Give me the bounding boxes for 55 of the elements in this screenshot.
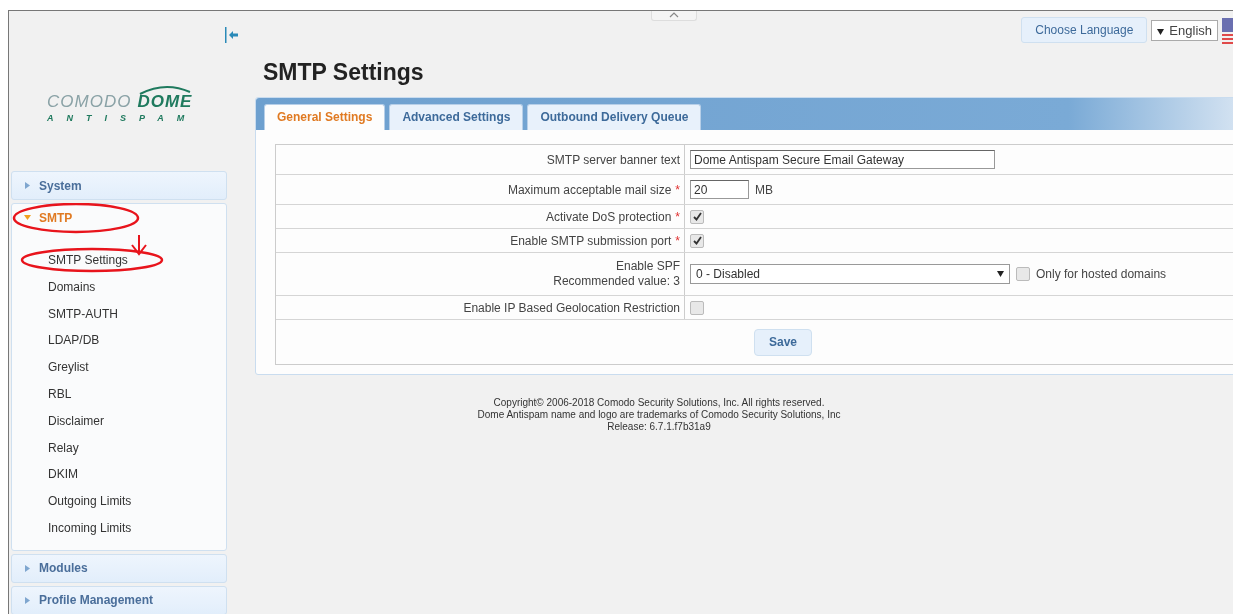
- logo-text: DOME: [137, 92, 193, 112]
- nav-item[interactable]: DKIM: [48, 461, 78, 489]
- nav-item[interactable]: SMTP-AUTH: [48, 300, 118, 328]
- nav-section-header[interactable]: System: [12, 172, 226, 199]
- required-mark: *: [675, 209, 680, 224]
- collapsed-arrow-icon: [24, 182, 31, 189]
- page-title: SMTP Settings: [263, 59, 425, 87]
- nav-item[interactable]: Disclaimer: [48, 407, 104, 435]
- collapsed-arrow-icon: [24, 596, 31, 604]
- nav-section-header[interactable]: Profile Management: [12, 586, 226, 614]
- required-mark: *: [675, 182, 680, 197]
- save-button[interactable]: Save: [754, 328, 813, 356]
- nav-item[interactable]: Outgoing Limits: [48, 488, 132, 515]
- nav-item[interactable]: Greylist: [48, 354, 89, 381]
- tab[interactable]: Outbound Delivery Queue: [527, 104, 702, 130]
- nav-item[interactable]: SMTP Settings: [48, 247, 128, 274]
- caret-icon: [997, 271, 1004, 277]
- nav-item[interactable]: Relay: [48, 434, 79, 462]
- collapse-handle[interactable]: [651, 11, 697, 21]
- nav-section-header[interactable]: Modules: [12, 554, 226, 582]
- logo-text: COMODO: [47, 92, 132, 112]
- tab[interactable]: Advanced Settings: [389, 104, 524, 130]
- checkbox[interactable]: [1016, 267, 1030, 281]
- field-label: Enable SMTP submission port: [510, 233, 672, 248]
- checkbox-label: Only for hosted domains: [1036, 267, 1167, 281]
- footer-text: Copyright© 2006-2018 Comodo Security Solutions, Inc. All rights reserved.: [492, 397, 826, 409]
- choose-language-button[interactable]: Choose Language: [1021, 17, 1148, 43]
- field-label: Maximum acceptable mail size: [507, 182, 672, 197]
- collapsed-arrow-icon: [24, 564, 31, 572]
- required-mark: *: [675, 233, 680, 248]
- checkbox[interactable]: [690, 209, 704, 224]
- nav-item[interactable]: LDAP/DB: [48, 327, 100, 355]
- field-label: Enable SPF Recommended value: 3: [553, 259, 680, 289]
- collapse-sidebar-icon[interactable]: [225, 27, 239, 43]
- dropdown[interactable]: 0 - Disabled: [690, 264, 1010, 284]
- caret-icon: [669, 12, 679, 18]
- unit-label: MB: [755, 182, 773, 197]
- annotation-arrow: [131, 234, 147, 256]
- expanded-arrow-icon: [24, 214, 31, 221]
- checkbox[interactable]: [690, 233, 704, 248]
- field-label: Enable IP Based Geolocation Restriction: [463, 300, 680, 315]
- language-select[interactable]: English: [1151, 19, 1218, 41]
- logo-tagline: ANTISPAM: [47, 113, 199, 123]
- checkbox[interactable]: [690, 300, 704, 315]
- nav-item[interactable]: RBL: [48, 381, 72, 408]
- input-field[interactable]: 20: [690, 180, 749, 199]
- caret-icon: [1157, 28, 1165, 35]
- nav-item[interactable]: Incoming Limits: [48, 514, 132, 542]
- input-field[interactable]: Dome Antispam Secure Email Gateway: [690, 150, 995, 169]
- field-label: Activate DoS protection: [545, 209, 672, 224]
- dome-arc-icon: [137, 85, 192, 95]
- field-label: SMTP server banner text: [546, 152, 680, 167]
- nav-item[interactable]: Domains: [48, 273, 96, 301]
- footer-text: Dome Antispam name and logo are trademarks of Comodo Security Solutions, Inc: [476, 409, 842, 421]
- footer-text: Release: 6.7.1.f7b31a9: [606, 421, 712, 433]
